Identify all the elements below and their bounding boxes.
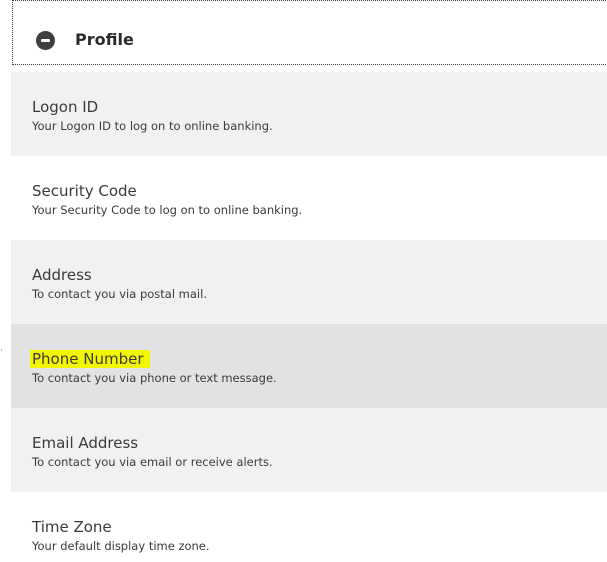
profile-item-description: Your Logon ID to log on to online bankin… (32, 119, 273, 133)
profile-item-description: To contact you via postal mail. (32, 287, 207, 301)
profile-item-title: Logon ID (32, 98, 99, 116)
profile-item-address[interactable]: Address To contact you via postal mail. (11, 240, 607, 324)
profile-item-title: Email Address (32, 434, 139, 452)
profile-item-title: Security Code (32, 182, 137, 200)
profile-item-security-code[interactable]: Security Code Your Security Code to log … (11, 156, 607, 240)
profile-item-title: Time Zone (32, 518, 112, 536)
pointer-marker: · (0, 346, 3, 356)
profile-item-description: Your default display time zone. (32, 539, 210, 553)
profile-item-phone-number[interactable]: Phone Number To contact you via phone or… (11, 324, 607, 408)
profile-item-title: Address (32, 266, 92, 284)
profile-item-logon-id[interactable]: Logon ID Your Logon ID to log on to onli… (11, 72, 607, 156)
profile-section-header[interactable]: Profile (12, 0, 607, 65)
profile-item-description: To contact you via phone or text message… (32, 371, 277, 385)
profile-settings-frame: · Profile Logon ID Your Logon ID to log … (0, 0, 607, 562)
profile-item-description: Your Security Code to log on to online b… (32, 203, 303, 217)
profile-item-time-zone[interactable]: Time Zone Your default display time zone… (11, 492, 607, 562)
highlighted-label: Phone Number (30, 350, 150, 368)
profile-section-title: Profile (75, 30, 134, 49)
minus-circle-icon[interactable] (36, 31, 55, 50)
profile-item-email-address[interactable]: Email Address To contact you via email o… (11, 408, 607, 492)
profile-item-description: To contact you via email or receive aler… (32, 455, 273, 469)
profile-panel: Profile Logon ID Your Logon ID to log on… (11, 0, 607, 562)
profile-item-title: Phone Number (30, 349, 150, 369)
